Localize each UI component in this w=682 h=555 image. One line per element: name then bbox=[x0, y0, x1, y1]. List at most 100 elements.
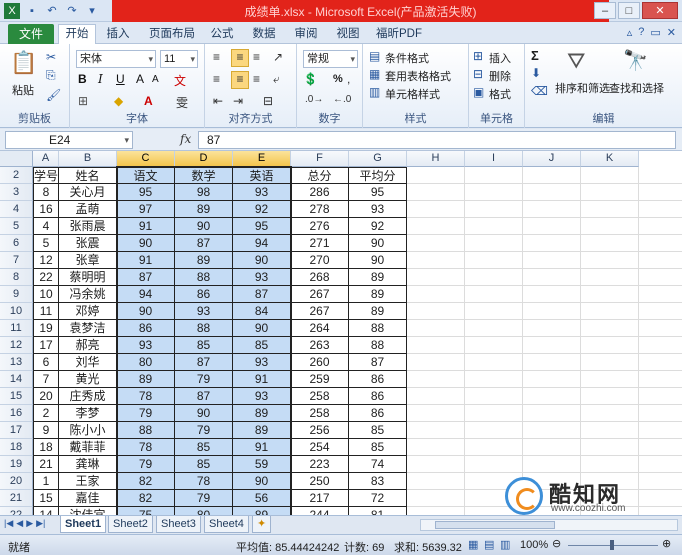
format-cells-button[interactable]: 格式 bbox=[489, 86, 511, 102]
cell-e8[interactable]: 93 bbox=[233, 269, 291, 286]
maximize-button[interactable]: □ bbox=[618, 2, 640, 19]
row-header-2[interactable]: 2 bbox=[0, 167, 33, 184]
cell-b8[interactable]: 蔡明明 bbox=[59, 269, 117, 286]
cell-d16[interactable]: 90 bbox=[175, 405, 233, 422]
row-header-11[interactable]: 11 bbox=[0, 320, 33, 337]
column-header-f[interactable]: F bbox=[291, 151, 349, 167]
paste-button[interactable]: 粘贴 bbox=[12, 82, 34, 98]
clear-icon[interactable]: ⌫ bbox=[531, 84, 548, 98]
cell-g10[interactable]: 89 bbox=[349, 303, 407, 320]
cell-g2[interactable]: 平均分 bbox=[349, 167, 407, 184]
align-top-icon[interactable]: ≡ bbox=[213, 50, 220, 64]
cell-f7[interactable]: 270 bbox=[291, 252, 349, 269]
row-header-12[interactable]: 12 bbox=[0, 337, 33, 354]
cell-g3[interactable]: 95 bbox=[349, 184, 407, 201]
cell-d3[interactable]: 98 bbox=[175, 184, 233, 201]
cell-a6[interactable]: 5 bbox=[33, 235, 59, 252]
formula-input[interactable]: 87 bbox=[198, 131, 676, 149]
cell-f20[interactable]: 250 bbox=[291, 473, 349, 490]
cell-d13[interactable]: 87 bbox=[175, 354, 233, 371]
cell-g22[interactable]: 81 bbox=[349, 507, 407, 515]
cell-f6[interactable]: 271 bbox=[291, 235, 349, 252]
cell-d17[interactable]: 79 bbox=[175, 422, 233, 439]
minimize-ribbon-icon[interactable]: ▵ bbox=[627, 26, 633, 39]
cell-a10[interactable]: 11 bbox=[33, 303, 59, 320]
fill-icon[interactable]: ⬇ bbox=[531, 66, 541, 80]
row-header-5[interactable]: 5 bbox=[0, 218, 33, 235]
cell-g14[interactable]: 86 bbox=[349, 371, 407, 388]
cell-f4[interactable]: 278 bbox=[291, 201, 349, 218]
cell-b17[interactable]: 陈小小 bbox=[59, 422, 117, 439]
cell-a11[interactable]: 19 bbox=[33, 320, 59, 337]
cell-c7[interactable]: 91 bbox=[117, 252, 175, 269]
last-sheet-icon[interactable]: ▶| bbox=[36, 518, 45, 529]
row-header-7[interactable]: 7 bbox=[0, 252, 33, 269]
grow-font-icon[interactable]: A bbox=[136, 72, 144, 86]
cell-b12[interactable]: 郝亮 bbox=[59, 337, 117, 354]
cell-c21[interactable]: 82 bbox=[117, 490, 175, 507]
cell-b11[interactable]: 袁梦洁 bbox=[59, 320, 117, 337]
cell-b15[interactable]: 庄秀成 bbox=[59, 388, 117, 405]
font-color-icon[interactable]: A bbox=[144, 94, 153, 108]
column-header-i[interactable]: I bbox=[465, 151, 523, 167]
cell-g16[interactable]: 86 bbox=[349, 405, 407, 422]
row-header-19[interactable]: 19 bbox=[0, 456, 33, 473]
redo-icon[interactable]: ↷ bbox=[64, 3, 80, 19]
cell-a21[interactable]: 15 bbox=[33, 490, 59, 507]
cell-b4[interactable]: 孟萌 bbox=[59, 201, 117, 218]
row-header-4[interactable]: 4 bbox=[0, 201, 33, 218]
sheet-tab-2[interactable]: Sheet2 bbox=[108, 516, 153, 533]
cell-g11[interactable]: 88 bbox=[349, 320, 407, 337]
delete-cells-button[interactable]: 删除 bbox=[489, 68, 511, 84]
cell-f22[interactable]: 244 bbox=[291, 507, 349, 515]
cell-e16[interactable]: 89 bbox=[233, 405, 291, 422]
tab-data[interactable]: 数据 bbox=[248, 25, 280, 44]
cell-e21[interactable]: 56 bbox=[233, 490, 291, 507]
cell-f5[interactable]: 276 bbox=[291, 218, 349, 235]
cell-c3[interactable]: 95 bbox=[117, 184, 175, 201]
cell-d14[interactable]: 79 bbox=[175, 371, 233, 388]
cell-a5[interactable]: 4 bbox=[33, 218, 59, 235]
tab-view[interactable]: 视图 bbox=[332, 25, 364, 44]
cell-f12[interactable]: 263 bbox=[291, 337, 349, 354]
row-header-17[interactable]: 17 bbox=[0, 422, 33, 439]
cell-a17[interactable]: 9 bbox=[33, 422, 59, 439]
scrollbar-thumb[interactable] bbox=[435, 521, 555, 529]
row-header-9[interactable]: 9 bbox=[0, 286, 33, 303]
cell-e10[interactable]: 84 bbox=[233, 303, 291, 320]
zoom-out-icon[interactable]: ⊖ bbox=[552, 537, 561, 550]
cell-b20[interactable]: 王家 bbox=[59, 473, 117, 490]
cell-e18[interactable]: 91 bbox=[233, 439, 291, 456]
align-left-icon[interactable]: ≡ bbox=[213, 72, 220, 86]
column-header-g[interactable]: G bbox=[349, 151, 407, 167]
column-header-d[interactable]: D bbox=[175, 151, 233, 167]
merge-center-icon[interactable]: ⊟ bbox=[263, 94, 273, 108]
cell-c14[interactable]: 89 bbox=[117, 371, 175, 388]
increase-indent-icon[interactable]: ⇥ bbox=[233, 94, 243, 108]
column-header-b[interactable]: B bbox=[59, 151, 117, 167]
horizontal-scrollbar[interactable] bbox=[420, 519, 678, 531]
cell-f8[interactable]: 268 bbox=[291, 269, 349, 286]
cell-f18[interactable]: 254 bbox=[291, 439, 349, 456]
align-right-icon[interactable]: ≡ bbox=[253, 72, 260, 86]
row-header-6[interactable]: 6 bbox=[0, 235, 33, 252]
cell-a12[interactable]: 17 bbox=[33, 337, 59, 354]
cell-e9[interactable]: 87 bbox=[233, 286, 291, 303]
align-bottom-icon[interactable]: ≡ bbox=[253, 50, 260, 64]
cell-d5[interactable]: 90 bbox=[175, 218, 233, 235]
column-header-a[interactable]: A bbox=[33, 151, 59, 167]
italic-icon[interactable]: I bbox=[98, 72, 103, 86]
cell-f21[interactable]: 217 bbox=[291, 490, 349, 507]
column-header-c[interactable]: C bbox=[117, 151, 175, 167]
cell-a19[interactable]: 21 bbox=[33, 456, 59, 473]
help-icon[interactable]: ? bbox=[638, 26, 644, 39]
cell-f13[interactable]: 260 bbox=[291, 354, 349, 371]
font-size-select[interactable]: 11 bbox=[160, 50, 198, 68]
cell-g7[interactable]: 90 bbox=[349, 252, 407, 269]
tab-insert[interactable]: 插入 bbox=[102, 25, 134, 44]
name-box[interactable]: E24 bbox=[5, 131, 133, 149]
prev-sheet-icon[interactable]: ◀ bbox=[16, 518, 23, 529]
cell-e17[interactable]: 89 bbox=[233, 422, 291, 439]
cell-d20[interactable]: 78 bbox=[175, 473, 233, 490]
autosum-button[interactable]: Σ bbox=[531, 48, 539, 63]
